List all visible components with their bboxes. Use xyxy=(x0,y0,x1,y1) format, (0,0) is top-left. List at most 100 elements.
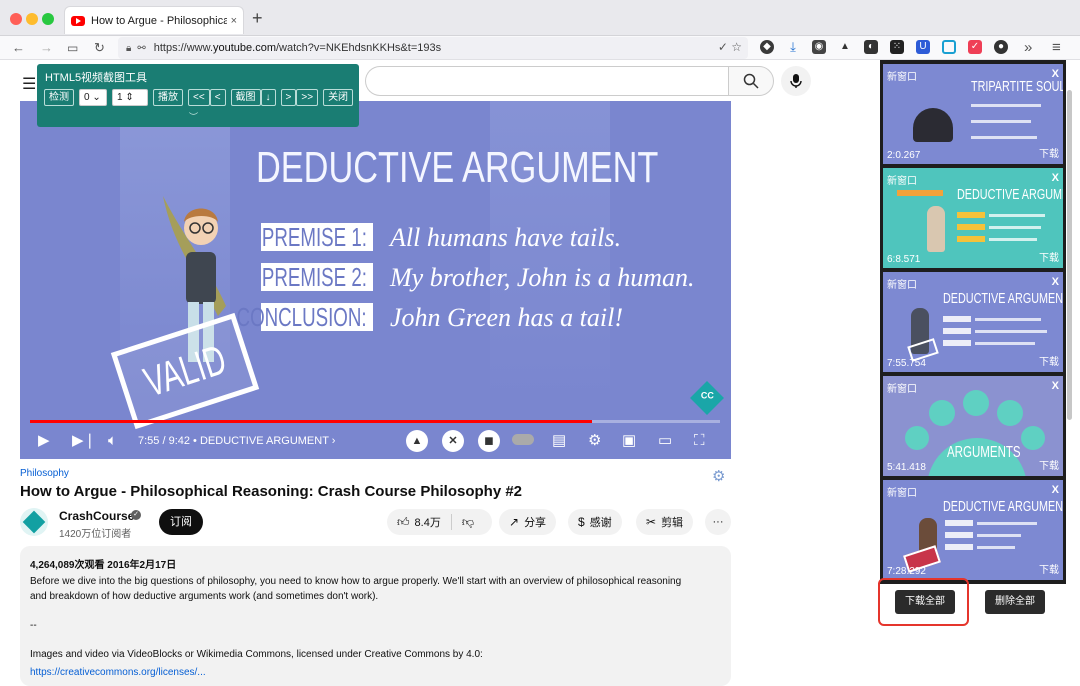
sponsor-block-icon[interactable]: ▲ xyxy=(406,430,428,452)
download-capture-button[interactable]: 下载 xyxy=(1039,561,1059,576)
voice-search-button[interactable] xyxy=(781,66,811,96)
download-all-button[interactable]: 下载全部 xyxy=(895,590,955,614)
capture-button[interactable]: 截图 xyxy=(230,88,261,106)
delete-all-button[interactable]: 删除全部 xyxy=(985,590,1045,614)
video-index-select[interactable]: 0 ⌄ xyxy=(79,88,107,106)
pocket-star-icons[interactable]: ✓ ☆ xyxy=(718,40,742,54)
page-scrollbar[interactable] xyxy=(1067,90,1072,420)
fullscreen-icon[interactable]: ⛶ xyxy=(694,433,705,449)
back-arrow-icon[interactable]: ← xyxy=(12,39,25,57)
description-box[interactable]: 4,264,089次观看 2016年2月17日 Before we dive i… xyxy=(20,546,731,686)
thumbs-down-icon[interactable]: 👎︎ xyxy=(462,515,474,530)
share-button[interactable]: ↗ 分享 xyxy=(499,509,557,535)
camera-icon[interactable]: ◉ xyxy=(812,40,826,54)
thumbs-up-icon[interactable]: 👍︎ xyxy=(397,515,410,530)
new-window-link[interactable]: 新窗口 xyxy=(887,68,917,83)
browser-tab-active[interactable]: How to Argue - Philosophical Reasoning × xyxy=(64,6,244,34)
pocket-icon[interactable]: ✓ xyxy=(968,40,982,54)
remove-capture-icon[interactable]: X xyxy=(1052,380,1059,392)
theater-mode-icon[interactable]: ▭ xyxy=(658,433,672,449)
extension-owl-icon[interactable]: ◆ xyxy=(760,40,774,54)
miniplayer-icon[interactable]: ▣ xyxy=(622,433,636,449)
play-icon[interactable]: ▶ xyxy=(38,433,50,449)
youtube-search-input[interactable] xyxy=(365,66,730,96)
download-icon[interactable]: ⤓ xyxy=(786,40,800,54)
fast-forward-button[interactable]: >> xyxy=(296,88,319,106)
subscribe-button[interactable]: 订阅 xyxy=(159,509,203,535)
overflow-menu-icon[interactable]: » xyxy=(1024,39,1032,57)
sidebar-toggle-icon[interactable]: ▭ xyxy=(67,39,78,57)
volume-icon[interactable]: 🔈︎ xyxy=(108,433,117,449)
new-window-link[interactable]: 新窗口 xyxy=(887,276,917,291)
download-capture-button[interactable]: 下载 xyxy=(1039,457,1059,472)
hamburger-menu-icon[interactable]: ≡ xyxy=(1052,39,1061,57)
download-capture-button[interactable]: 下载 xyxy=(1039,145,1059,160)
capture-thumbnail[interactable]: DEDUCTIVE ARGUMENT 新窗口 X 7:28.292 下载 xyxy=(883,480,1063,580)
shield-icon[interactable]: ◼ xyxy=(478,430,500,452)
thumbnail-title: DEDUCTIVE ARGUMENT xyxy=(957,186,1063,203)
settings-gear-icon[interactable]: ⚙ xyxy=(588,433,601,449)
next-frame-button[interactable]: > xyxy=(280,88,297,106)
remove-capture-icon[interactable]: X xyxy=(1052,484,1059,496)
like-count[interactable]: 8.4万 xyxy=(415,514,441,530)
like-dislike-group: 👍︎ 8.4万 👎︎ xyxy=(387,509,492,535)
capture-timestamp: 2:0.267 xyxy=(887,150,921,161)
block-icon[interactable]: ✕ xyxy=(442,430,464,452)
save-icon[interactable] xyxy=(942,40,956,54)
capture-timestamp: 7:28.292 xyxy=(887,566,926,577)
minimize-window-button[interactable] xyxy=(26,13,38,25)
remove-capture-icon[interactable]: X xyxy=(1052,68,1059,80)
download-capture-button[interactable]: 下载 xyxy=(1039,353,1059,368)
capture-thumbnail[interactable]: DEDUCTIVE ARGUMENT 新窗口 X 6:8.571 下载 xyxy=(883,168,1063,268)
capture-thumbnail[interactable]: ARGUMENTS 新窗口 X 5:41.418 下载 xyxy=(883,376,1063,476)
next-video-icon[interactable]: ▶❘ xyxy=(72,433,96,449)
close-window-button[interactable] xyxy=(10,13,22,25)
autoplay-toggle[interactable] xyxy=(512,434,534,445)
license-link[interactable]: https://creativecommons.org/licenses/... xyxy=(30,667,206,678)
more-actions-button[interactable]: ··· xyxy=(705,509,731,535)
tab-close-icon[interactable]: × xyxy=(231,15,237,27)
frame-step-input[interactable]: 1 ⇕ xyxy=(112,88,148,106)
rocket-icon[interactable]: ▲ xyxy=(838,40,852,54)
search-icon xyxy=(743,73,759,89)
new-window-link[interactable]: 新窗口 xyxy=(887,380,917,395)
capture-download-button[interactable]: ↓ xyxy=(260,88,276,106)
dice-icon[interactable]: ⁙ xyxy=(890,40,904,54)
remove-capture-icon[interactable]: X xyxy=(1052,172,1059,184)
youtube-menu-icon[interactable]: ☰ xyxy=(22,74,36,94)
description-line: and breakdown of how deductive arguments… xyxy=(30,591,379,602)
crashcourse-logo-icon xyxy=(690,381,724,415)
download-capture-button[interactable]: 下载 xyxy=(1039,249,1059,264)
new-window-link[interactable]: 新窗口 xyxy=(887,172,917,187)
settings-gear-icon[interactable]: ⚙ xyxy=(712,467,725,485)
subtitles-icon[interactable]: ▤ xyxy=(552,433,566,449)
new-window-link[interactable]: 新窗口 xyxy=(887,484,917,499)
remove-capture-icon[interactable]: X xyxy=(1052,276,1059,288)
tool-title: HTML5视频截图工具 xyxy=(45,72,148,84)
search-button[interactable] xyxy=(728,66,774,96)
channel-avatar[interactable] xyxy=(20,508,48,536)
reload-icon[interactable]: ↻ xyxy=(94,39,105,57)
category-tag[interactable]: Philosophy xyxy=(20,468,69,479)
thanks-button[interactable]: $ 感谢 xyxy=(568,509,622,535)
view-stats: 4,264,089次观看 2016年2月17日 xyxy=(30,560,177,571)
panda-icon[interactable]: ● xyxy=(994,40,1008,54)
clip-button[interactable]: ✂ 剪辑 xyxy=(636,509,694,535)
new-tab-button[interactable]: + xyxy=(252,9,263,27)
play-button[interactable]: 播放 xyxy=(153,88,183,106)
forward-arrow-icon[interactable]: → xyxy=(40,39,53,57)
close-tool-button[interactable]: 关闭 xyxy=(323,88,354,106)
video-player[interactable]: DEDUCTIVE ARGUMENT PREMISE 1: All humans… xyxy=(20,101,731,459)
detect-button[interactable]: 检测 xyxy=(44,88,74,106)
capture-thumbnail[interactable]: TRIPARTITE SOUL 新窗口 X 2:0.267 下载 xyxy=(883,64,1063,164)
tool-collapse-icon[interactable]: ︶ xyxy=(189,110,198,123)
prev-frame-button[interactable]: < xyxy=(209,88,226,106)
capture-thumbnail[interactable]: DEDUCTIVE ARGUMENT 新窗口 X 7:55.754 下载 xyxy=(883,272,1063,372)
permissions-icon[interactable]: ⚯ xyxy=(137,43,145,54)
mask-icon[interactable]: ◐ xyxy=(864,40,878,54)
bitwarden-icon[interactable]: U xyxy=(916,40,930,54)
maximize-window-button[interactable] xyxy=(42,13,54,25)
address-bar[interactable]: 🔒︎ ⚯ https://www.youtube.com/watch?v=NKE… xyxy=(118,37,748,59)
channel-name[interactable]: CrashCourse xyxy=(59,509,134,523)
rewind-button[interactable]: << xyxy=(188,88,210,106)
